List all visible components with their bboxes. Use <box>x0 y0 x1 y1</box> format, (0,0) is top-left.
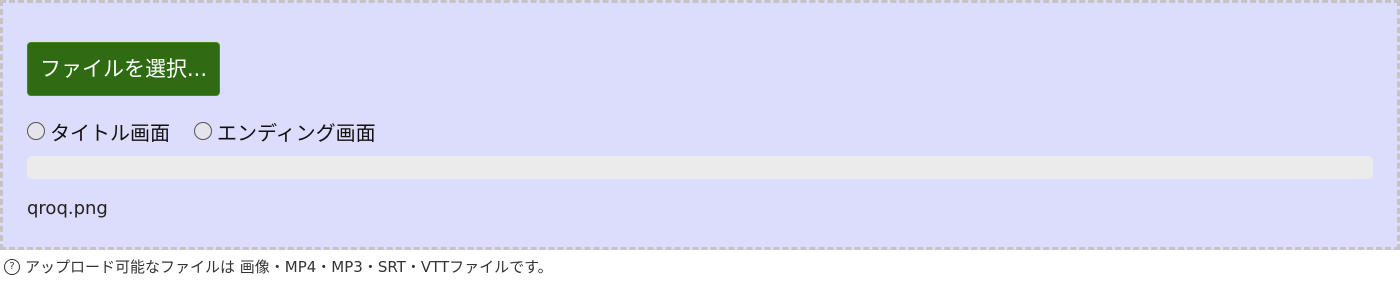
radio-title-screen[interactable]: タイトル画面 <box>27 117 170 146</box>
radio-ending-screen[interactable]: エンディング画面 <box>194 117 376 146</box>
radio-title-screen-label: タイトル画面 <box>50 120 170 145</box>
radio-button-icon[interactable] <box>194 122 212 140</box>
help-text: アップロード可能なファイルは 画像・MP4・MP3・SRT・VTTファイルです。 <box>25 258 553 276</box>
file-upload-dropzone[interactable]: ファイルを選択... タイトル画面 エンディング画面 qroq.png <box>0 0 1400 250</box>
radio-ending-screen-label: エンディング画面 <box>217 120 376 145</box>
radio-button-icon[interactable] <box>27 122 45 140</box>
screen-type-radio-group: タイトル画面 エンディング画面 <box>27 116 376 146</box>
upload-help-text: ? アップロード可能なファイルは 画像・MP4・MP3・SRT・VTTファイルで… <box>4 256 553 277</box>
select-file-button[interactable]: ファイルを選択... <box>27 42 221 96</box>
upload-progress-bar <box>27 156 1373 179</box>
selected-file-name: qroq.png <box>27 198 108 219</box>
question-circle-icon: ? <box>4 258 20 275</box>
